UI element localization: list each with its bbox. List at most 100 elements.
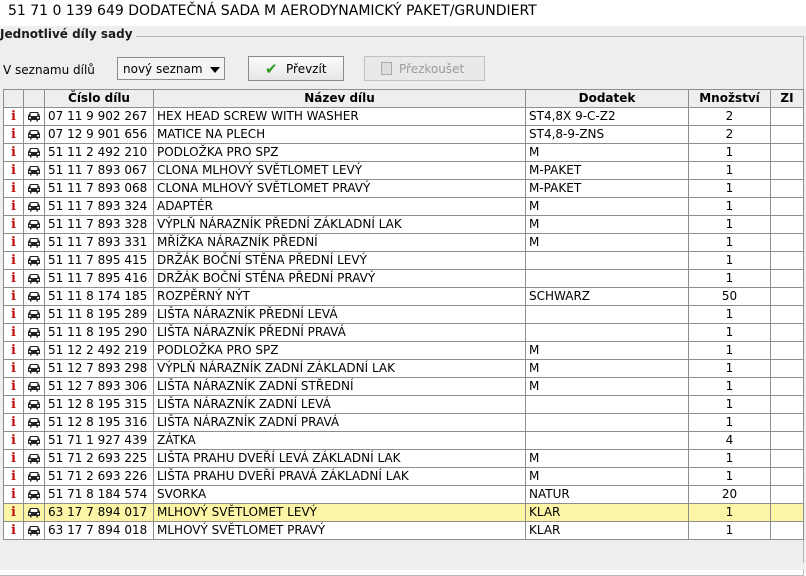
table-row[interactable]: i 51 11 7 895 415 DRŽÁK BOČNÍ STĚNA PŘEDNÍ…	[3, 251, 804, 270]
info-cell[interactable]: i	[3, 431, 24, 450]
table-row[interactable]: i 51 12 7 893 298 VÝPLŇ NÁRAZNÍK ZADNÍ ZÁK…	[3, 359, 804, 378]
table-row[interactable]: i 51 12 2 492 219 PODLOŽKA PRO SPZ M 1	[3, 341, 804, 360]
car-icon[interactable]	[27, 433, 41, 447]
vehicle-cell[interactable]	[23, 143, 45, 162]
info-cell[interactable]: i	[3, 251, 24, 270]
vehicle-cell[interactable]	[23, 359, 45, 378]
vehicle-cell[interactable]	[23, 179, 45, 198]
vehicle-cell[interactable]	[23, 341, 45, 360]
info-icon[interactable]: i	[11, 127, 16, 142]
car-icon[interactable]	[27, 109, 41, 123]
car-icon[interactable]	[27, 415, 41, 429]
vehicle-cell[interactable]	[23, 197, 45, 216]
table-row[interactable]: i 51 12 8 195 315 LIŠTA NÁRAZNÍK ZADNÍ LEV…	[3, 395, 804, 414]
info-icon[interactable]: i	[11, 145, 16, 160]
car-icon[interactable]	[27, 307, 41, 321]
vehicle-cell[interactable]	[23, 269, 45, 288]
info-icon[interactable]: i	[11, 523, 16, 538]
car-icon[interactable]	[27, 505, 41, 519]
vehicle-cell[interactable]	[23, 377, 45, 396]
table-row[interactable]: i 63 17 7 894 018 MLHOVÝ SVĚTLOMET PRAVÝ KL…	[3, 521, 804, 540]
car-icon[interactable]	[27, 397, 41, 411]
car-icon[interactable]	[27, 217, 41, 231]
car-icon[interactable]	[27, 469, 41, 483]
info-cell[interactable]: i	[3, 125, 24, 144]
car-icon[interactable]	[27, 253, 41, 267]
table-row[interactable]: i 51 11 8 195 289 LIŠTA NÁRAZNÍK PŘEDNÍ LE…	[3, 305, 804, 324]
info-icon[interactable]: i	[11, 253, 16, 268]
table-row[interactable]: i 51 71 2 693 225 LIŠTA PRAHU DVEŘÍ LEVÁ Z…	[3, 449, 804, 468]
info-icon[interactable]: i	[11, 235, 16, 250]
info-icon[interactable]: i	[11, 109, 16, 124]
car-icon[interactable]	[27, 487, 41, 501]
car-icon[interactable]	[27, 325, 41, 339]
info-icon[interactable]: i	[11, 217, 16, 232]
info-cell[interactable]: i	[3, 305, 24, 324]
car-icon[interactable]	[27, 343, 41, 357]
vehicle-cell[interactable]	[23, 485, 45, 504]
vehicle-cell[interactable]	[23, 431, 45, 450]
car-icon[interactable]	[27, 361, 41, 375]
info-cell[interactable]: i	[3, 179, 24, 198]
check-button[interactable]: Přezkoušet	[364, 56, 485, 81]
info-cell[interactable]: i	[3, 485, 24, 504]
info-icon[interactable]: i	[11, 271, 16, 286]
info-icon[interactable]: i	[11, 469, 16, 484]
vehicle-cell[interactable]	[23, 215, 45, 234]
header-vehicle[interactable]	[23, 89, 45, 108]
table-row[interactable]: i 51 12 7 893 306 LIŠTA NÁRAZNÍK ZADNÍ STŘ…	[3, 377, 804, 396]
table-row[interactable]: i 51 11 7 893 331 MŘÍŽKA NÁRAZNÍK PŘEDNÍ M 1	[3, 233, 804, 252]
table-row[interactable]: i 51 71 8 184 574 SVORKA NATUR 20	[3, 485, 804, 504]
car-icon[interactable]	[27, 145, 41, 159]
vehicle-cell[interactable]	[23, 233, 45, 252]
header-part-number[interactable]: Číslo dílu	[44, 89, 154, 108]
list-select[interactable]: nový seznam	[117, 57, 225, 80]
info-cell[interactable]: i	[3, 503, 24, 522]
info-icon[interactable]: i	[11, 163, 16, 178]
info-cell[interactable]: i	[3, 413, 24, 432]
info-cell[interactable]: i	[3, 467, 24, 486]
vehicle-cell[interactable]	[23, 161, 45, 180]
table-row[interactable]: i 51 11 8 195 290 LIŠTA NÁRAZNÍK PŘEDNÍ PR…	[3, 323, 804, 342]
vehicle-cell[interactable]	[23, 521, 45, 540]
table-row[interactable]: i 07 12 9 901 656 MATICE NA PLECH ST4,8-9-Z…	[3, 125, 804, 144]
info-cell[interactable]: i	[3, 323, 24, 342]
take-button[interactable]: ✔ Převzít	[248, 56, 344, 81]
table-row[interactable]: i 51 11 2 492 210 PODLOŽKA PRO SPZ M 1	[3, 143, 804, 162]
info-cell[interactable]: i	[3, 161, 24, 180]
info-cell[interactable]: i	[3, 395, 24, 414]
car-icon[interactable]	[27, 379, 41, 393]
info-cell[interactable]: i	[3, 215, 24, 234]
vehicle-cell[interactable]	[23, 449, 45, 468]
vehicle-cell[interactable]	[23, 503, 45, 522]
info-icon[interactable]: i	[11, 415, 16, 430]
table-row[interactable]: i 51 11 8 174 185 ROZPĚRNÝ NÝT SCHWARZ 50	[3, 287, 804, 306]
info-cell[interactable]: i	[3, 377, 24, 396]
vehicle-cell[interactable]	[23, 107, 45, 126]
info-cell[interactable]: i	[3, 521, 24, 540]
info-cell[interactable]: i	[3, 233, 24, 252]
info-cell[interactable]: i	[3, 359, 24, 378]
car-icon[interactable]	[27, 271, 41, 285]
table-row[interactable]: i 51 71 2 693 226 LIŠTA PRAHU DVEŘÍ PRAVÁ …	[3, 467, 804, 486]
info-icon[interactable]: i	[11, 433, 16, 448]
car-icon[interactable]	[27, 199, 41, 213]
vehicle-cell[interactable]	[23, 323, 45, 342]
info-cell[interactable]: i	[3, 449, 24, 468]
vehicle-cell[interactable]	[23, 287, 45, 306]
info-icon[interactable]: i	[11, 181, 16, 196]
car-icon[interactable]	[27, 523, 41, 537]
table-row[interactable]: i 07 11 9 902 267 HEX HEAD SCREW WITH WASH…	[3, 107, 804, 126]
info-cell[interactable]: i	[3, 287, 24, 306]
table-row[interactable]: i 51 11 7 893 328 VÝPLŇ NÁRAZNÍK PŘEDNÍ ZÁ…	[3, 215, 804, 234]
table-row[interactable]: i 51 12 8 195 316 LIŠTA NÁRAZNÍK ZADNÍ PRA…	[3, 413, 804, 432]
header-info[interactable]	[3, 89, 24, 108]
table-row[interactable]: i 51 11 7 895 416 DRŽÁK BOČNÍ STĚNA PŘEDNÍ…	[3, 269, 804, 288]
info-cell[interactable]: i	[3, 143, 24, 162]
car-icon[interactable]	[27, 451, 41, 465]
vehicle-cell[interactable]	[23, 125, 45, 144]
info-cell[interactable]: i	[3, 341, 24, 360]
vehicle-cell[interactable]	[23, 395, 45, 414]
table-row[interactable]: i 63 17 7 894 017 MLHOVÝ SVĚTLOMET LEVÝ KLA…	[3, 503, 804, 522]
vehicle-cell[interactable]	[23, 305, 45, 324]
